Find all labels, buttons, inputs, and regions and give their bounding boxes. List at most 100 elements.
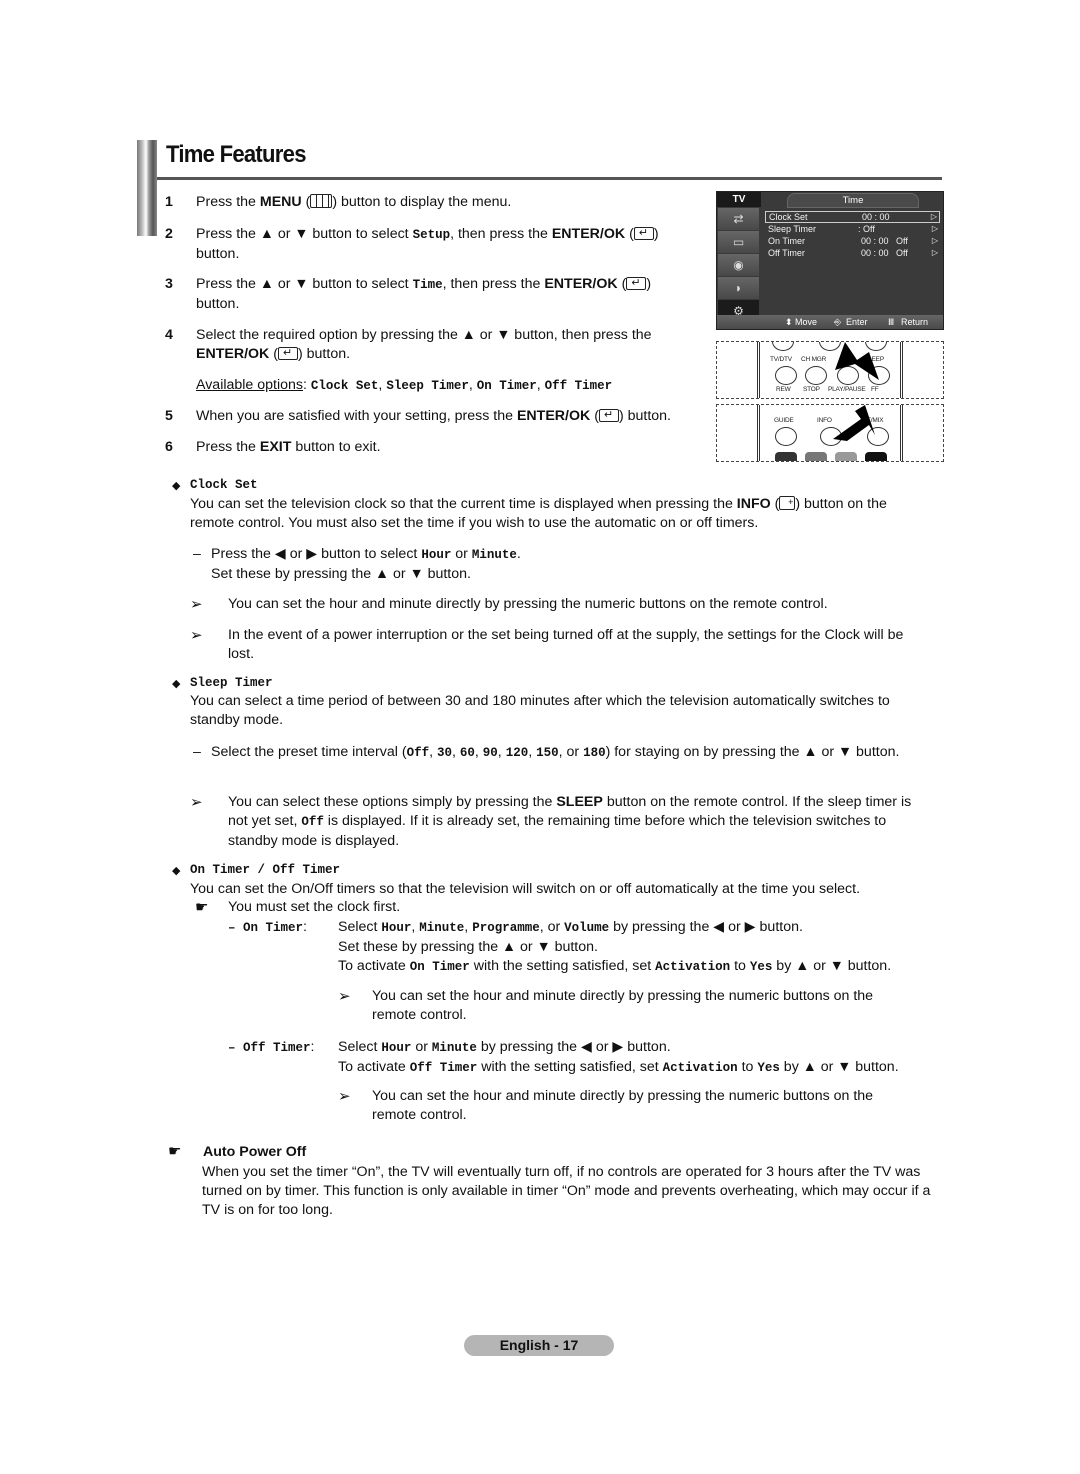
- option-off-timer: Off Timer: [544, 379, 613, 393]
- page-number: English - 17: [464, 1335, 614, 1356]
- diamond-bullet-icon: ◆: [172, 865, 181, 877]
- text: Select: [338, 919, 382, 935]
- step-6: 6 Press the EXIT button to exit.: [165, 438, 710, 457]
- text: by ▲ or ▼ button.: [772, 958, 892, 974]
- code-on-timer: On Timer: [409, 960, 470, 974]
- osd-row-value: 00 : 00: [862, 212, 890, 222]
- remote-label: PLAY/PAUSE: [828, 386, 866, 393]
- interval-value: 90: [482, 746, 498, 760]
- move-icon: ⬍: [785, 317, 793, 327]
- off-timer-note: ➢ You can set the hour and minute direct…: [338, 1087, 918, 1125]
- text: (: [269, 346, 278, 362]
- note-text: In the event of a power interruption or …: [228, 627, 904, 662]
- color-button-green: [775, 452, 797, 461]
- info-button-icon: [779, 493, 796, 512]
- osd-sidebar: ⇄ ▭ ◉ ◗ ⚙: [718, 208, 759, 323]
- off-timer-instructions: Select Hour or Minute by pressing the ◀ …: [338, 1038, 948, 1078]
- text: .: [516, 546, 521, 562]
- hint-text: You must set the clock first.: [228, 899, 401, 915]
- text: or: [451, 546, 472, 562]
- code-item: Volume: [564, 921, 610, 935]
- text: is displayed. If it is already set, the …: [228, 813, 887, 849]
- input-icon: ⇄: [718, 208, 759, 230]
- clock-set-description: You can set the television clock so that…: [190, 493, 940, 533]
- remote-button: [805, 366, 827, 385]
- code-hour: Hour: [421, 548, 452, 562]
- osd-row-sleep-timer: Sleep Timer : Off ▷: [765, 223, 940, 235]
- on-timer-label: – On Timer:: [228, 919, 307, 935]
- available-options-label: Available options: [196, 377, 304, 393]
- interval-value: 150: [536, 746, 559, 760]
- text: ) button to display the menu.: [332, 194, 512, 210]
- key-name: SLEEP: [556, 794, 603, 810]
- note-arrow-icon: ➢: [338, 1088, 351, 1105]
- code-minute: Minute: [471, 548, 517, 562]
- remote-label: STOP: [803, 386, 820, 393]
- text: button to exit.: [291, 439, 381, 455]
- text: To activate: [338, 958, 410, 974]
- text: ) for staying on by pressing the ▲ or ▼ …: [605, 744, 900, 760]
- text: with the setting satisfied, set: [469, 958, 656, 974]
- step-number: 6: [165, 439, 173, 455]
- on-off-timer-hint: ☛ You must set the clock first.: [195, 898, 400, 918]
- text: (: [770, 496, 780, 512]
- section-title-clock-set: Clock Set: [190, 478, 258, 492]
- code-activation: Activation: [662, 1061, 738, 1075]
- step-number: 3: [165, 276, 173, 292]
- remote-button: [775, 366, 797, 385]
- text: to: [730, 958, 750, 974]
- text: Set these by pressing the ▲ or ▼ button.: [211, 566, 471, 582]
- sleep-timer-description: You can select a time period of between …: [190, 693, 890, 728]
- key-name: ENTER/OK: [551, 226, 626, 242]
- menu-item-code: Setup: [412, 228, 451, 242]
- return-icon: Ⅲ: [888, 317, 895, 327]
- auto-power-off-description: When you set the timer “On”, the TV will…: [202, 1164, 931, 1218]
- text: button.: [196, 296, 240, 312]
- key-name: ENTER/OK: [196, 346, 270, 362]
- note-text: You can set the hour and minute directly…: [372, 988, 874, 1023]
- off-timer-label: – Off Timer:: [228, 1039, 315, 1055]
- osd-enter-label: Enter: [846, 317, 868, 327]
- note-arrow-icon: ➢: [190, 794, 203, 811]
- on-timer-note: ➢ You can set the hour and minute direct…: [338, 987, 918, 1025]
- diamond-bullet-icon: ◆: [172, 480, 181, 492]
- text: , then press the: [442, 276, 545, 292]
- text: Set these by pressing the ▲ or ▼ button.: [338, 939, 598, 955]
- text: ) button.: [618, 408, 671, 424]
- code-yes: Yes: [749, 960, 773, 974]
- remote-illustration-sleep: TV/DTV CH MGR SLEEP REW STOP PLAY/PAUSE …: [716, 341, 944, 399]
- remote-label: FF: [871, 386, 879, 393]
- sleep-timer-note: ➢ You can select these options simply by…: [190, 793, 925, 851]
- pointing-hand-icon: ☛: [195, 899, 209, 916]
- code-hour: Hour: [381, 1041, 412, 1055]
- interval-value: 30: [436, 746, 452, 760]
- diamond-bullet-icon: ◆: [172, 678, 181, 690]
- text: When you are satisfied with your setting…: [196, 408, 517, 424]
- text: , then press the: [450, 226, 552, 242]
- on-timer-instructions: Select Hour, Minute, Programme, or Volum…: [338, 919, 892, 974]
- step-number: 4: [165, 327, 173, 343]
- remote-label: CH MGR: [801, 356, 827, 363]
- text: by pressing the ◀ or ▶ button.: [609, 919, 803, 935]
- text: :: [303, 377, 311, 393]
- interval-value: Off: [406, 746, 430, 760]
- note-text: You can set the hour and minute directly…: [228, 596, 828, 612]
- step-1: 1 Press the MENU () button to display th…: [165, 193, 710, 212]
- step-number: 5: [165, 408, 173, 424]
- note-arrow-icon: ➢: [338, 988, 351, 1005]
- remote-label: TV/DTV: [770, 356, 792, 363]
- osd-row-label: Off Timer: [768, 248, 805, 258]
- osd-row-on-timer: On Timer 00 : 00 Off ▷: [765, 235, 940, 247]
- option-sleep-timer: Sleep Timer: [386, 379, 469, 393]
- note-text: You can set the hour and minute directly…: [372, 1088, 874, 1123]
- text: by pressing the ◀ or ▶ button.: [476, 1039, 671, 1055]
- color-button: [865, 452, 887, 461]
- section-title-on-off-timer: On Timer / Off Timer: [190, 863, 341, 877]
- code-on-timer: On Timer: [243, 921, 304, 935]
- note-arrow-icon: ➢: [190, 627, 203, 644]
- osd-row-off-timer: Off Timer 00 : 00 Off ▷: [765, 247, 940, 259]
- interval-value: 60: [459, 746, 475, 760]
- menu-button-icon: [310, 194, 333, 208]
- osd-tv-tab: TV: [717, 192, 761, 207]
- arrow-right-icon: ▷: [930, 212, 937, 221]
